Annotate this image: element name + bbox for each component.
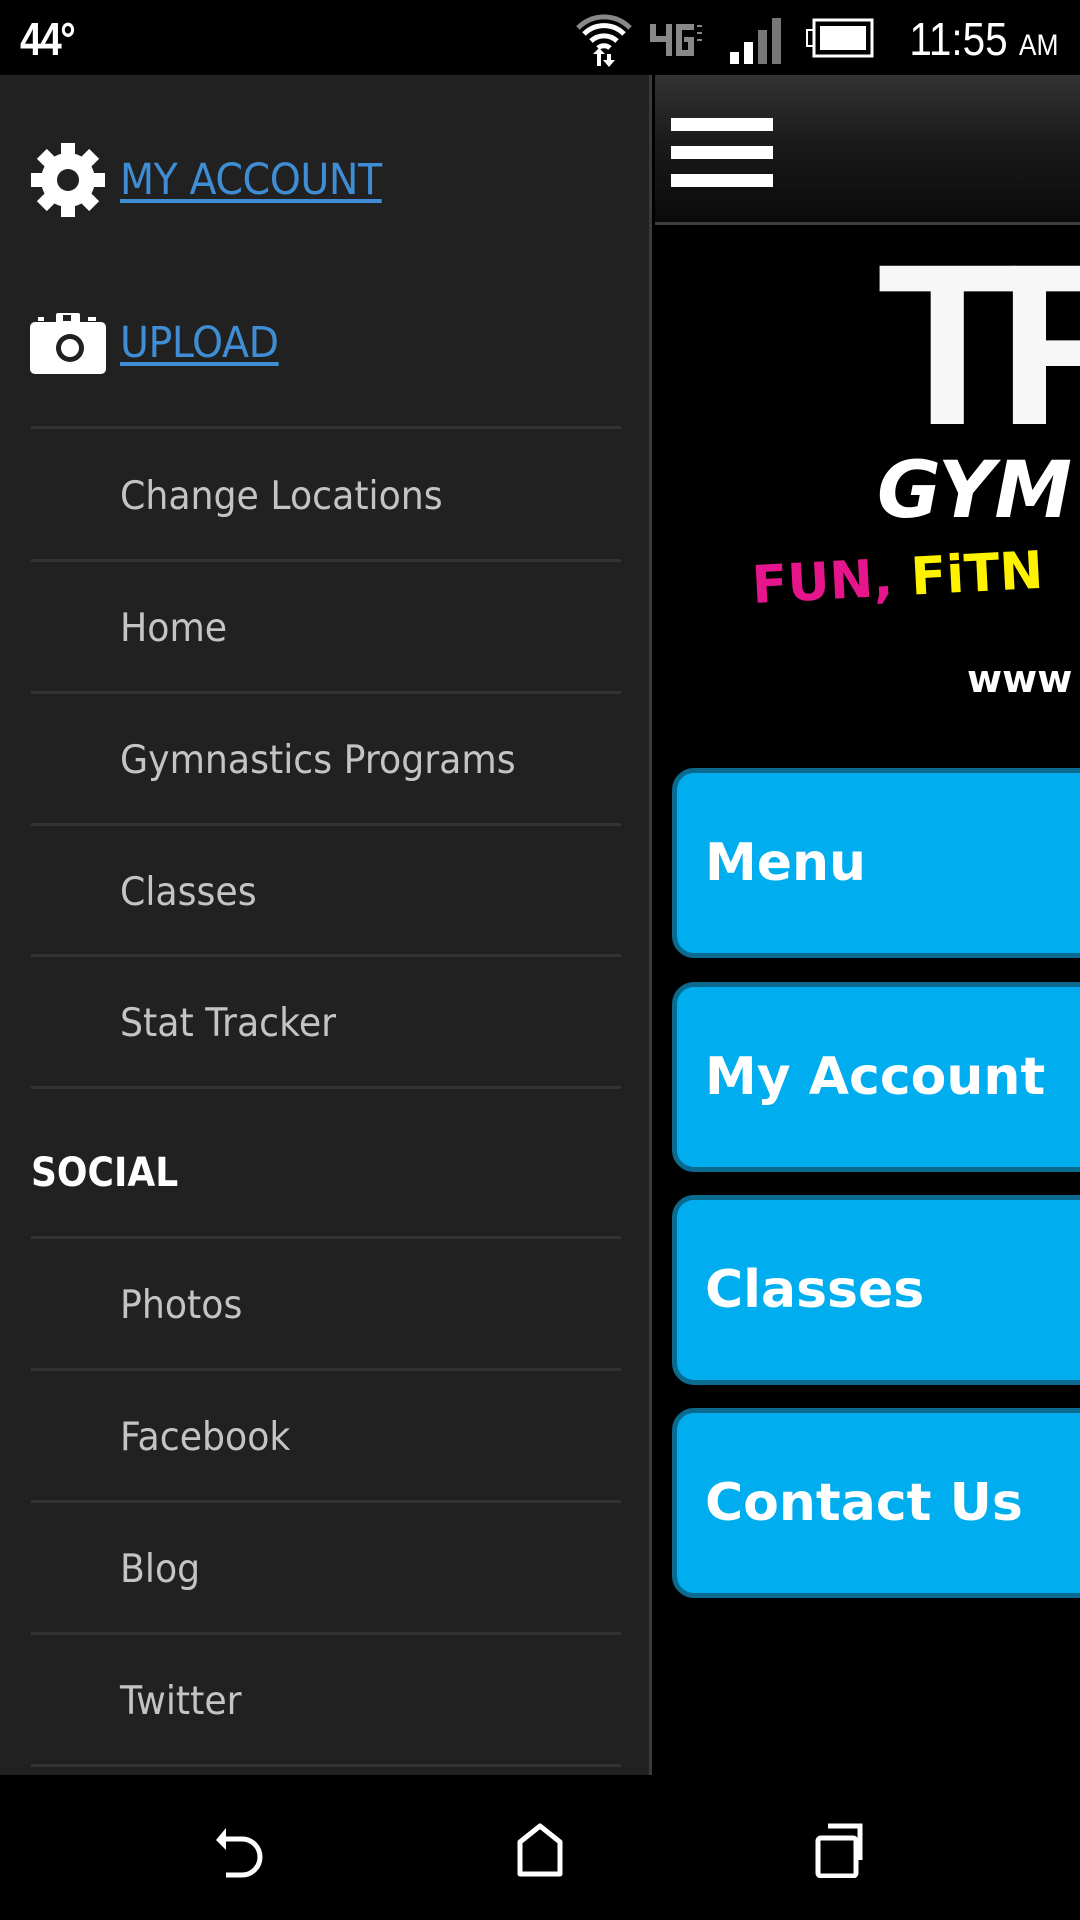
menu-item-label: Stat Tracker xyxy=(120,1000,337,1046)
menu-button[interactable]: Menu xyxy=(672,768,1080,958)
divider xyxy=(31,823,621,826)
menu-item-label: Facebook xyxy=(120,1414,291,1460)
wifi-data-icon xyxy=(576,14,632,67)
divider xyxy=(31,1500,621,1503)
menu-item-change-locations[interactable]: Change Locations xyxy=(0,433,650,559)
divider xyxy=(31,1086,621,1089)
system-nav-bar xyxy=(0,1775,1080,1920)
navigation-drawer: MY ACCOUNT UPLOAD Change Locations Home … xyxy=(0,75,652,1775)
menu-item-label: Blog xyxy=(120,1546,201,1592)
divider xyxy=(31,1368,621,1371)
recents-button[interactable] xyxy=(800,1810,880,1890)
social-heading: SOCIAL xyxy=(31,1143,195,1203)
divider xyxy=(31,426,621,429)
menu-item-facebook[interactable]: Facebook xyxy=(0,1374,650,1500)
camera-icon xyxy=(30,305,106,381)
home-button[interactable] xyxy=(500,1810,580,1890)
classes-button-label: Classes xyxy=(705,1260,925,1320)
divider xyxy=(31,1632,621,1635)
classes-button[interactable]: Classes xyxy=(672,1195,1080,1385)
menu-button-label: Menu xyxy=(705,833,867,893)
divider xyxy=(31,1236,621,1239)
tagline-fun: FUN, xyxy=(750,548,895,616)
menu-item-gymnastics-programs[interactable]: Gymnastics Programs xyxy=(0,697,650,823)
back-icon xyxy=(216,1828,263,1878)
lte-icon xyxy=(650,24,702,56)
app-header xyxy=(655,75,1080,225)
my-account-button[interactable]: My Account xyxy=(672,982,1080,1172)
my-account-link[interactable]: MY ACCOUNT xyxy=(30,140,405,220)
menu-item-label: Gymnastics Programs xyxy=(120,737,516,783)
social-heading-text: SOCIAL xyxy=(31,1150,179,1196)
status-bar: 44° 11:55 AM xyxy=(0,0,1080,75)
menu-item-blog[interactable]: Blog xyxy=(0,1506,650,1632)
menu-item-label: Photos xyxy=(120,1282,243,1328)
clock-suffix: AM xyxy=(1018,29,1058,62)
recents-icon xyxy=(815,1823,863,1878)
clock-time: 11:55 xyxy=(908,13,1008,65)
menu-item-twitter[interactable]: Twitter xyxy=(0,1638,650,1764)
gear-icon xyxy=(30,142,106,218)
contact-us-button[interactable]: Contact Us xyxy=(672,1408,1080,1598)
divider xyxy=(31,691,621,694)
divider xyxy=(31,954,621,957)
hamburger-icon[interactable] xyxy=(671,118,773,190)
app-content: TF GYM FUN, FiTN www Menu My Account Cla… xyxy=(655,75,1080,1775)
menu-item-home[interactable]: Home xyxy=(0,565,650,691)
tagline-fitness: FiTN xyxy=(909,540,1045,608)
logo-tagline: FUN, FiTN xyxy=(750,541,1044,616)
menu-item-photos[interactable]: Photos xyxy=(0,1242,650,1368)
upload-label: UPLOAD xyxy=(120,318,279,368)
back-button[interactable] xyxy=(200,1810,280,1890)
menu-item-stat-tracker[interactable]: Stat Tracker xyxy=(0,960,650,1086)
my-account-label: MY ACCOUNT xyxy=(120,155,382,205)
signal-icon xyxy=(730,18,781,64)
logo-subtitle: GYM xyxy=(877,446,1072,536)
home-icon xyxy=(517,1823,563,1877)
clock: 11:55 AM xyxy=(909,12,1058,66)
upload-link[interactable]: UPLOAD xyxy=(30,303,292,383)
menu-item-label: Home xyxy=(120,605,228,651)
contact-us-button-label: Contact Us xyxy=(705,1473,1023,1533)
menu-item-label: Twitter xyxy=(120,1678,242,1724)
menu-item-classes[interactable]: Classes xyxy=(0,829,650,955)
divider xyxy=(31,1764,621,1767)
divider xyxy=(31,559,621,562)
temperature: 44° xyxy=(20,13,76,65)
battery-icon xyxy=(806,18,874,58)
logo-url: www xyxy=(967,657,1073,701)
gym-logo: TF GYM FUN, FiTN www xyxy=(655,230,1080,760)
menu-item-label: Classes xyxy=(120,869,257,915)
logo-title: TF xyxy=(877,216,1080,473)
my-account-button-label: My Account xyxy=(705,1047,1046,1107)
menu-item-label: Change Locations xyxy=(120,473,443,519)
